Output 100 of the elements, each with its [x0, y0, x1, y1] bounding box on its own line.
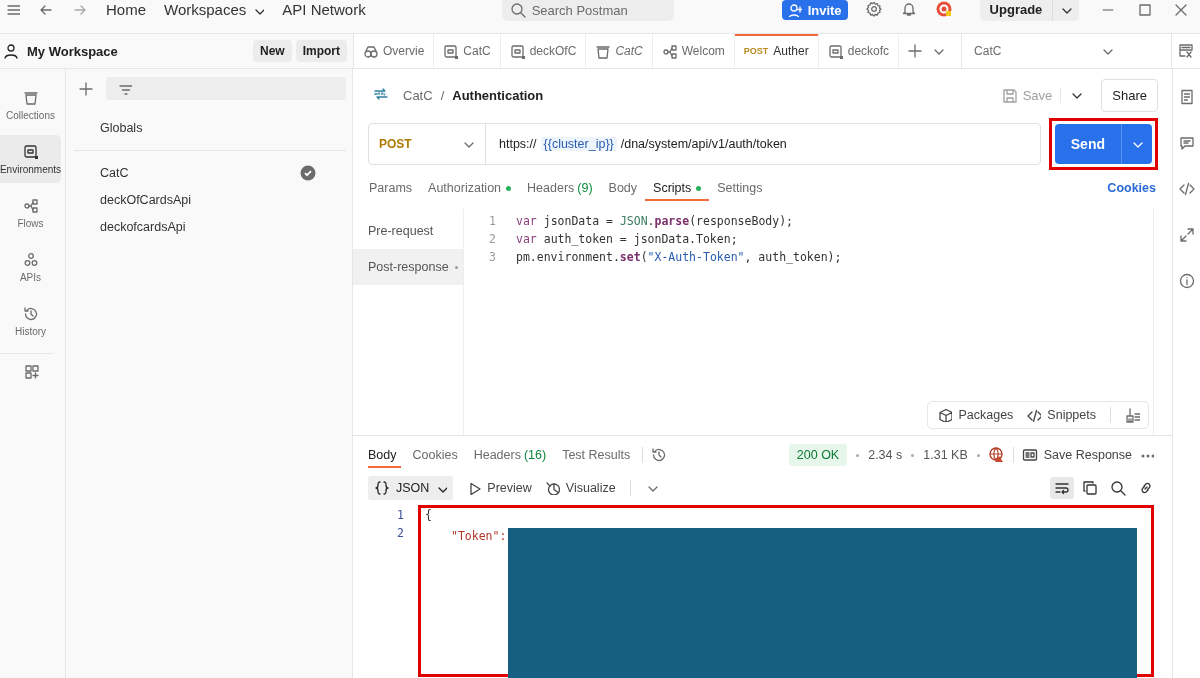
- save-icon: [1001, 87, 1017, 103]
- search-field[interactable]: Search Postman: [501, 0, 674, 21]
- response-tab[interactable]: Headers (16): [469, 442, 551, 468]
- filter-field[interactable]: [106, 77, 346, 100]
- minimize-icon: [1101, 9, 1116, 11]
- add-grid-icon: [23, 364, 42, 382]
- toolbar-button[interactable]: Snippets: [1027, 408, 1096, 422]
- sidebar-item[interactable]: Environments: [0, 135, 61, 183]
- user-icon: [3, 43, 19, 59]
- tab[interactable]: deckOfC: [500, 34, 587, 68]
- wrap-button[interactable]: [1050, 477, 1074, 499]
- response-tab[interactable]: Test Results: [558, 442, 635, 468]
- tab[interactable]: deckofc: [818, 34, 900, 68]
- search-icon: [509, 2, 526, 18]
- request-tab[interactable]: Settings: [709, 175, 771, 201]
- workspace-button[interactable]: New: [252, 40, 292, 62]
- workspace-title: My Workspace: [27, 43, 118, 59]
- request-tab[interactable]: Headers (9): [519, 175, 601, 201]
- search-icon: [1110, 480, 1126, 496]
- code-icon: [1027, 408, 1042, 422]
- nav-link[interactable]: Home: [106, 2, 146, 18]
- collection-icon: [22, 89, 39, 106]
- api-icon: [22, 251, 39, 268]
- visualize-icon: [545, 481, 560, 495]
- response-size: 1.31 KB: [923, 448, 968, 462]
- expand-icon: [1178, 227, 1195, 243]
- status-badge: 200 OK: [788, 444, 848, 466]
- environment-icon: [509, 43, 525, 59]
- environment-icon: [827, 43, 843, 59]
- link-icon: [1138, 480, 1154, 496]
- info-icon: [1178, 273, 1195, 289]
- code-line: var jsonData = JSON.parse(responseBody);: [516, 214, 793, 228]
- sidebar-item[interactable]: History: [0, 297, 61, 345]
- tab[interactable]: Welcom: [652, 34, 735, 68]
- tab[interactable]: CatC: [434, 34, 501, 68]
- response-tab[interactable]: Body: [368, 442, 401, 468]
- maximize-icon: [1137, 2, 1152, 16]
- upgrade-button[interactable]: Upgrade: [979, 0, 1080, 21]
- play-icon: [467, 481, 482, 495]
- add-icon: [78, 80, 94, 97]
- invite-button[interactable]: Invite: [781, 0, 848, 20]
- menu-icon: [6, 2, 20, 16]
- tab[interactable]: Overvie: [354, 34, 435, 68]
- sidebar-item[interactable]: Flows: [0, 189, 61, 237]
- script-tab[interactable]: Post-response: [353, 249, 463, 285]
- nav-link[interactable]: API Network: [282, 2, 366, 18]
- format-dropdown[interactable]: JSON: [368, 476, 454, 500]
- request-name: Authentication: [452, 87, 544, 103]
- line-number: 2: [488, 232, 497, 246]
- breadcrumb-separator: /: [440, 87, 445, 103]
- script-tab[interactable]: Pre-request: [353, 213, 463, 249]
- code-editor[interactable]: 1 var jsonData = JSON.parse(responseBody); 2 var auth_token = jsonData.Token; 3 pm.environment.set("X-Auth-Token", auth_token); Packages Snippets: [464, 209, 1154, 435]
- example-icon: [1021, 447, 1038, 463]
- settings-icon: [865, 1, 883, 18]
- tab-label: deckofc: [847, 44, 890, 58]
- close-icon: [1173, 2, 1188, 16]
- flow-icon: [661, 43, 677, 59]
- tab-label: deckOfC: [529, 44, 577, 58]
- share-button[interactable]: Share: [1101, 78, 1158, 112]
- view-button[interactable]: Visualize: [545, 481, 616, 495]
- person-add-icon: [787, 3, 802, 17]
- tab-label: Overvie: [383, 44, 425, 58]
- code-line: {: [425, 508, 432, 522]
- save-response-button[interactable]: Save Response: [1021, 447, 1132, 463]
- line-number: 2: [396, 526, 404, 542]
- tab-label: CatC: [615, 44, 643, 58]
- tab-label: CatC: [463, 44, 491, 58]
- environment-icon: [22, 143, 39, 160]
- document-icon: [1178, 89, 1195, 105]
- bell-icon: [900, 1, 918, 18]
- tab[interactable]: CatC: [586, 34, 653, 68]
- environment-selector[interactable]: CatC: [961, 34, 1123, 68]
- view-button[interactable]: Preview: [467, 481, 532, 495]
- environment-item[interactable]: deckofcardsApi: [74, 213, 346, 240]
- request-tab[interactable]: Body: [600, 175, 646, 201]
- tab-label: Auther: [773, 44, 809, 58]
- wrap-lines-icon: [1054, 480, 1070, 496]
- environment-item[interactable]: Globals: [74, 114, 346, 141]
- response-time: 2.34 s: [868, 448, 903, 462]
- tab[interactable]: POST Auther: [734, 34, 819, 68]
- clean-icon: [1125, 407, 1140, 423]
- glasses-icon: [363, 43, 378, 59]
- response-tab[interactable]: Cookies: [408, 442, 462, 468]
- sidebar-item[interactable]: Collections: [0, 81, 61, 129]
- environment-item[interactable]: CatC: [74, 159, 346, 186]
- workspace-button[interactable]: Import: [295, 40, 347, 62]
- method-label: POST: [743, 46, 769, 56]
- code-line: "Token":: [451, 528, 507, 543]
- nav-link[interactable]: Workspaces: [164, 2, 265, 18]
- environment-item[interactable]: deckOfCardsApi: [74, 186, 346, 213]
- line-number: 3: [488, 250, 497, 264]
- request-tab[interactable]: Params: [369, 175, 421, 201]
- toolbar-button[interactable]: Packages: [938, 408, 1014, 422]
- request-tab[interactable]: Authorization: [420, 175, 520, 201]
- breadcrumb-link[interactable]: CatC: [403, 87, 433, 103]
- cookies-link[interactable]: Cookies: [1107, 181, 1156, 195]
- request-tab[interactable]: Scripts: [645, 175, 710, 201]
- sidebar-item[interactable]: APIs: [0, 243, 61, 291]
- flow-icon: [22, 197, 39, 214]
- history-icon: [22, 305, 39, 322]
